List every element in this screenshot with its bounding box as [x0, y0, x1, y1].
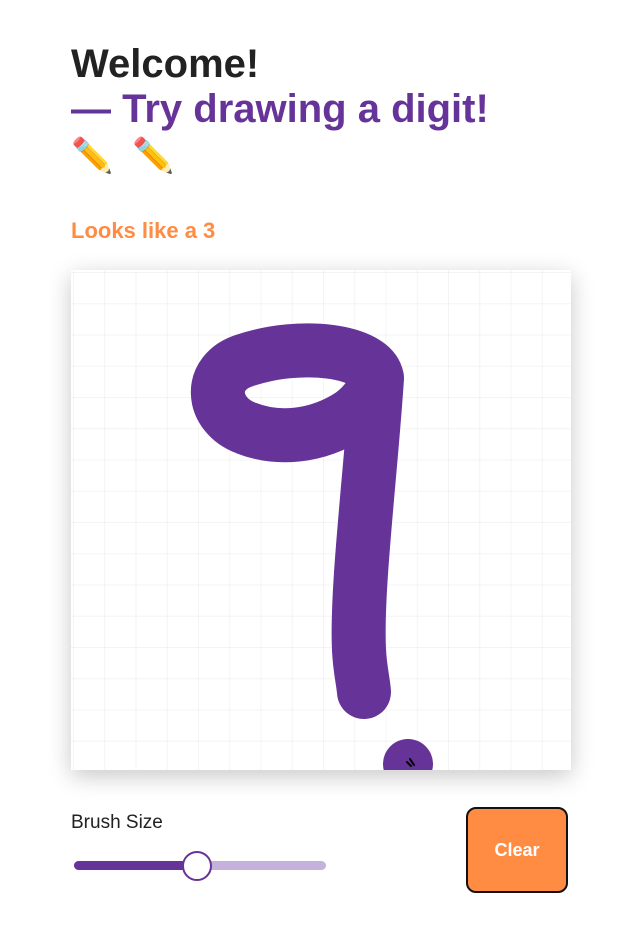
- welcome-heading: Welcome!: [71, 42, 260, 86]
- clear-button-label: Clear: [494, 839, 540, 860]
- slider-fill: [74, 861, 197, 870]
- app-page: Welcome! — Try drawing a digit! ✏️ ✏️ Lo…: [0, 0, 632, 946]
- page-title: Welcome! — Try drawing a digit! ✏️ ✏️: [71, 42, 491, 179]
- brush-size-label: Brush Size: [71, 812, 163, 833]
- draw-prompt: — Try drawing a digit! ✏️ ✏️: [71, 87, 491, 179]
- prediction-label: Looks like a 3: [71, 218, 216, 243]
- brush-size-slider[interactable]: [74, 850, 326, 881]
- draw-prompt-text: — Try drawing a digit!: [71, 87, 489, 131]
- pencil-icon: ✏️ ✏️: [71, 136, 179, 176]
- clear-button[interactable]: Clear: [466, 807, 568, 893]
- slider-thumb[interactable]: [182, 851, 212, 881]
- drawing-canvas[interactable]: [71, 270, 571, 770]
- stroke-dot: [383, 739, 433, 770]
- drawn-stroke: [190, 323, 404, 719]
- drawing-layer: [190, 323, 433, 770]
